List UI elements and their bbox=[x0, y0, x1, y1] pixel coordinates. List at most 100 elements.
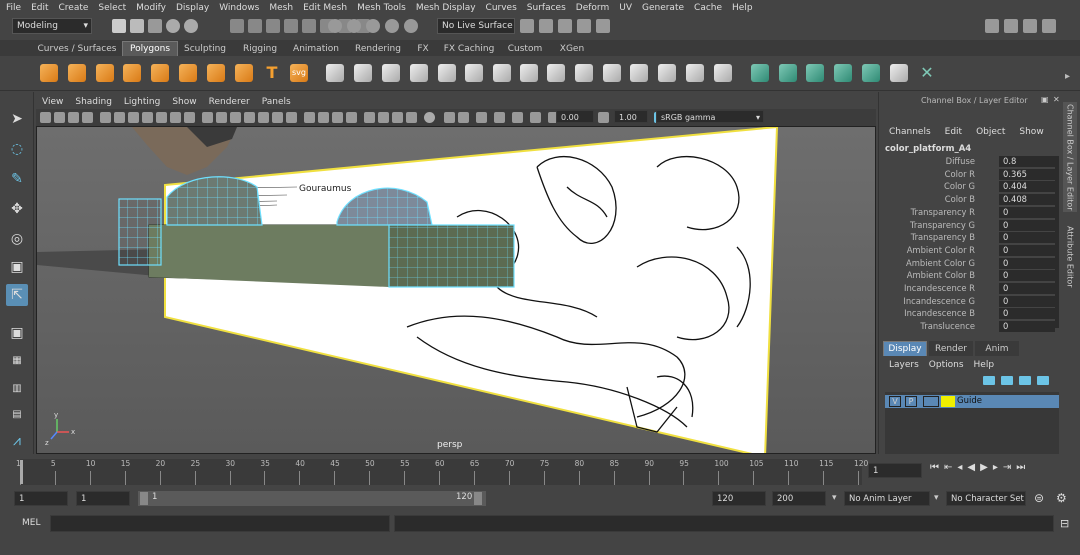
range-start-handle[interactable] bbox=[140, 492, 148, 505]
menu-help[interactable]: Help bbox=[732, 3, 753, 13]
viewport-menu-show[interactable]: Show bbox=[172, 97, 196, 107]
sphere-icon[interactable] bbox=[40, 64, 58, 82]
layer-row-guide[interactable]: V P Guide bbox=[885, 395, 1059, 408]
attribute-value[interactable]: 0 bbox=[999, 257, 1055, 269]
attribute-row[interactable]: Diffuse 0.8 bbox=[879, 156, 1055, 169]
target-weld-icon[interactable] bbox=[603, 64, 621, 82]
layer-visibility-toggle[interactable]: V bbox=[889, 396, 901, 407]
attribute-value[interactable]: 0 bbox=[999, 206, 1055, 218]
menu-create[interactable]: Create bbox=[59, 3, 89, 13]
menuset-dropdown[interactable]: Modeling ▾ bbox=[12, 18, 92, 34]
new-layer-selected-icon[interactable] bbox=[1037, 376, 1049, 385]
hw-render-icon[interactable] bbox=[512, 112, 523, 123]
play-backwards-icon[interactable]: ◀ bbox=[967, 462, 975, 473]
layer-tab-anim[interactable]: Anim bbox=[975, 341, 1019, 356]
wireframe-on-shaded-icon[interactable] bbox=[244, 112, 255, 123]
shelf-scroll-icon[interactable]: ▸ bbox=[1065, 71, 1070, 82]
image-plane-icon[interactable] bbox=[82, 112, 93, 123]
depth-of-field-icon[interactable] bbox=[346, 112, 357, 123]
shadows-icon[interactable] bbox=[286, 112, 297, 123]
attribute-editor-side-tab[interactable]: Attribute Editor bbox=[1063, 222, 1077, 292]
menu-deform[interactable]: Deform bbox=[576, 3, 609, 13]
exposure-field[interactable]: 0.00 bbox=[556, 110, 594, 123]
lasso-tool-icon[interactable]: ◌ bbox=[6, 138, 28, 160]
color-management-icon[interactable] bbox=[458, 112, 469, 123]
attribute-row[interactable]: Color R 0.365 bbox=[879, 168, 1055, 182]
shelf-tab-fx-caching[interactable]: FX Caching bbox=[438, 41, 500, 56]
move-layer-up-icon[interactable] bbox=[983, 376, 995, 385]
rotate-tool-icon[interactable]: ◎ bbox=[6, 228, 28, 250]
redo-icon[interactable] bbox=[184, 19, 198, 33]
cylinder-icon[interactable] bbox=[96, 64, 114, 82]
text-icon[interactable]: T bbox=[263, 64, 281, 82]
current-frame-field[interactable]: 1 bbox=[868, 463, 922, 478]
bookmarks-icon[interactable] bbox=[68, 112, 79, 123]
render-icon[interactable] bbox=[520, 19, 534, 33]
ssao-toggle-icon[interactable] bbox=[530, 112, 541, 123]
undo-icon[interactable] bbox=[166, 19, 180, 33]
attribute-row[interactable]: Transparency G 0 bbox=[879, 219, 1055, 233]
step-forward-frame-icon[interactable]: ▸ bbox=[993, 462, 998, 473]
menu-windows[interactable]: Windows bbox=[219, 3, 259, 13]
attribute-value[interactable]: 0 bbox=[999, 295, 1055, 307]
attribute-row[interactable]: Color G 0.404 bbox=[879, 181, 1055, 194]
shelf-tab-curves-surfaces[interactable]: Curves / Surfaces bbox=[36, 41, 118, 56]
attribute-value[interactable]: 0 bbox=[999, 232, 1055, 244]
layer-tab-display[interactable]: Display bbox=[883, 341, 927, 356]
hud-icon[interactable] bbox=[476, 112, 487, 123]
connect-icon[interactable] bbox=[630, 64, 648, 82]
viewport-menu-renderer[interactable]: Renderer bbox=[209, 97, 250, 107]
color-space-dropdown[interactable]: sRGB gamma ▾ bbox=[656, 110, 764, 123]
checker-icon[interactable] bbox=[890, 64, 908, 82]
menu-surfaces[interactable]: Surfaces bbox=[527, 3, 566, 13]
attribute-value[interactable]: 0 bbox=[999, 308, 1055, 320]
shelf-tab-polygons[interactable]: Polygons bbox=[122, 41, 178, 56]
shelf-tab-animation[interactable]: Animation bbox=[288, 41, 344, 56]
combine-icon[interactable] bbox=[326, 64, 344, 82]
channel-menu-edit[interactable]: Edit bbox=[945, 127, 962, 137]
layer-display-type-toggle[interactable] bbox=[923, 396, 939, 407]
bridge-icon[interactable] bbox=[493, 64, 511, 82]
viewport-menu-lighting[interactable]: Lighting bbox=[124, 97, 160, 107]
last-tool-icon[interactable]: ⇱ bbox=[6, 284, 28, 306]
wireframe-icon[interactable] bbox=[202, 112, 213, 123]
attribute-value[interactable]: 0.8 bbox=[999, 156, 1055, 167]
attribute-value[interactable]: 0 bbox=[999, 270, 1055, 282]
smooth-icon[interactable] bbox=[382, 64, 400, 82]
default-material-icon[interactable] bbox=[230, 112, 241, 123]
attribute-row[interactable]: Transparency R 0 bbox=[879, 206, 1055, 220]
grid-toggle-icon[interactable] bbox=[100, 112, 111, 123]
viewport-menu-shading[interactable]: Shading bbox=[75, 97, 112, 107]
torus-icon[interactable] bbox=[179, 64, 197, 82]
render-settings-icon[interactable] bbox=[558, 19, 572, 33]
attribute-value[interactable]: 0 bbox=[999, 283, 1055, 294]
camera-attributes-icon[interactable] bbox=[54, 112, 65, 123]
attribute-row[interactable]: Ambient Color B 0 bbox=[879, 270, 1055, 283]
cut-sew-icon[interactable]: ✕ bbox=[918, 64, 936, 82]
attribute-row[interactable]: Color B 0.408 bbox=[879, 194, 1055, 207]
motion-blur-icon[interactable] bbox=[318, 112, 329, 123]
menu-file[interactable]: File bbox=[6, 3, 21, 13]
xray-icon[interactable] bbox=[378, 112, 389, 123]
menu-display[interactable]: Display bbox=[176, 3, 209, 13]
menu-modify[interactable]: Modify bbox=[136, 3, 166, 13]
anti-aliasing-icon[interactable] bbox=[332, 112, 343, 123]
scene-canvas[interactable]: Gouraumus y x z bbox=[37, 127, 876, 454]
playback-start-field[interactable]: 1 bbox=[76, 491, 130, 506]
menu-uv[interactable]: UV bbox=[619, 3, 632, 13]
range-bar[interactable]: 1 120 bbox=[138, 491, 486, 506]
gamma-icon[interactable] bbox=[444, 112, 455, 123]
playback-end-field[interactable]: 120 bbox=[712, 491, 766, 506]
ao-icon[interactable] bbox=[494, 112, 505, 123]
paint-select-icon[interactable]: ✎ bbox=[6, 168, 28, 190]
tool-settings-icon[interactable] bbox=[1023, 19, 1037, 33]
field-chart-icon[interactable] bbox=[156, 112, 167, 123]
selected-mesh-left[interactable] bbox=[118, 198, 162, 266]
reference-image-plane[interactable] bbox=[164, 127, 779, 454]
camera-select-icon[interactable] bbox=[40, 112, 51, 123]
hierarchy-mode-icon[interactable] bbox=[230, 19, 244, 33]
layer-menu-help[interactable]: Help bbox=[974, 360, 995, 370]
shelf-tab-rigging[interactable]: Rigging bbox=[236, 41, 284, 56]
cylindrical-mapping-icon[interactable] bbox=[779, 64, 797, 82]
range-end-handle[interactable] bbox=[474, 492, 482, 505]
